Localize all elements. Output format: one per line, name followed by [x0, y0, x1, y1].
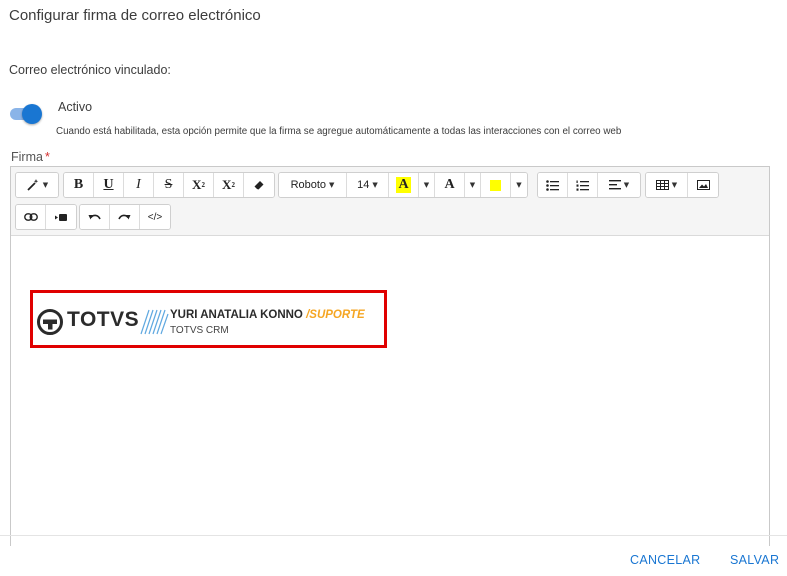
align-left-icon	[608, 180, 621, 190]
waves-logo-icon	[140, 309, 169, 335]
font-family-dropdown[interactable]: Roboto ▼	[279, 173, 347, 197]
clear-format-button[interactable]	[244, 173, 274, 197]
link-icon	[23, 213, 38, 221]
format-group: B U I S X2 X2	[63, 172, 275, 198]
background-color-button[interactable]	[481, 173, 511, 197]
eraser-icon	[254, 181, 264, 190]
numbered-list-icon	[576, 180, 589, 191]
table-icon	[655, 180, 669, 190]
signature-label-text: Firma	[11, 150, 43, 164]
superscript-button[interactable]: X2	[184, 173, 214, 197]
chevron-down-icon: ▼	[469, 181, 476, 189]
paragraph-group: ▼	[537, 172, 641, 198]
chevron-down-icon: ▼	[329, 181, 335, 189]
cancel-button[interactable]: CANCELAR	[630, 553, 700, 567]
chevron-down-icon: ▼	[372, 181, 378, 189]
recent-color-letter: A	[396, 177, 411, 193]
editor-content[interactable]: TOTVS YURI ANATALIA KONNO /SUPORTE TOTVS…	[11, 237, 769, 547]
history-group: </>	[79, 204, 171, 230]
undo-icon	[88, 214, 101, 219]
font-size-value: 14	[357, 179, 370, 191]
yellow-swatch	[490, 179, 501, 191]
signature-department: /SUPORTE	[306, 309, 365, 321]
signature-company: TOTVS CRM	[170, 325, 229, 336]
linked-email-label: Correo electrónico vinculado:	[9, 63, 171, 77]
font-group: Roboto ▼ 14 ▼ A ▼ A ▼ ▼	[278, 172, 528, 198]
signature-image: TOTVS YURI ANATALIA KONNO /SUPORTE TOTVS…	[30, 290, 387, 348]
signature-name: YURI ANATALIA KONNO /SUPORTE	[170, 309, 365, 321]
bullet-list-icon	[546, 179, 559, 191]
link-group	[15, 204, 77, 230]
table-dropdown[interactable]: ▼	[646, 173, 688, 197]
code-view-button[interactable]: </>	[140, 205, 170, 229]
insert-video-button[interactable]	[46, 205, 76, 229]
required-mark: *	[44, 150, 50, 164]
save-button[interactable]: SALVAR	[730, 553, 779, 567]
bullet-list-button[interactable]	[538, 173, 568, 197]
code-view-label: </>	[147, 211, 163, 223]
chevron-down-icon: ▼	[516, 181, 522, 189]
signature-person-name: YURI ANATALIA KONNO	[170, 309, 303, 321]
font-color-letter: A	[444, 177, 455, 192]
chevron-down-icon: ▼	[671, 181, 678, 189]
background-color-dropdown[interactable]: ▼	[511, 173, 527, 197]
style-magic-button[interactable]: ▼	[16, 173, 58, 197]
insert-group: ▼	[645, 172, 719, 198]
recent-color-dropdown[interactable]: ▼	[419, 173, 435, 197]
active-toggle-hint: Cuando está habilitada, esta opción perm…	[56, 126, 622, 137]
editor-toolbar: ▼ B U I S X2 X2 Roboto▼ 14▼ A ▼ A ▼ ▼	[11, 167, 769, 236]
active-toggle[interactable]	[10, 104, 42, 124]
font-size-dropdown[interactable]: 14 ▼	[347, 173, 389, 197]
dialog-title: Configurar firma de correo electrónico	[9, 7, 261, 24]
insert-link-button[interactable]	[16, 205, 46, 229]
active-toggle-label: Activo	[58, 100, 93, 114]
footer-divider	[0, 535, 787, 536]
font-color-dropdown[interactable]: ▼	[465, 173, 481, 197]
chevron-down-icon: ▼	[623, 181, 630, 189]
style-group: ▼	[15, 172, 59, 198]
font-family-value: Roboto	[290, 179, 327, 191]
signature-field-label: Firma *	[11, 150, 50, 164]
strikethrough-button[interactable]: S	[154, 173, 184, 197]
signature-logo-text: TOTVS	[67, 308, 140, 331]
underline-button[interactable]: U	[94, 173, 124, 197]
redo-icon	[118, 214, 131, 219]
bold-button[interactable]: B	[64, 173, 94, 197]
undo-button[interactable]	[80, 205, 110, 229]
align-dropdown[interactable]: ▼	[598, 173, 640, 197]
insert-image-button[interactable]	[688, 173, 718, 197]
recent-color-button[interactable]: A	[389, 173, 419, 197]
magic-wand-icon	[27, 179, 38, 191]
chevron-down-icon: ▼	[42, 181, 49, 189]
italic-button[interactable]: I	[124, 173, 154, 197]
subscript-button[interactable]: X2	[214, 173, 244, 197]
font-color-button[interactable]: A	[435, 173, 465, 197]
image-icon	[696, 180, 710, 190]
numbered-list-button[interactable]	[568, 173, 598, 197]
toggle-knob	[22, 104, 42, 124]
totvs-logo-icon	[37, 309, 63, 335]
redo-button[interactable]	[110, 205, 140, 229]
signature-editor: ▼ B U I S X2 X2 Roboto▼ 14▼ A ▼ A ▼ ▼	[10, 166, 770, 547]
chevron-down-icon: ▼	[423, 181, 430, 189]
video-icon	[55, 213, 67, 221]
